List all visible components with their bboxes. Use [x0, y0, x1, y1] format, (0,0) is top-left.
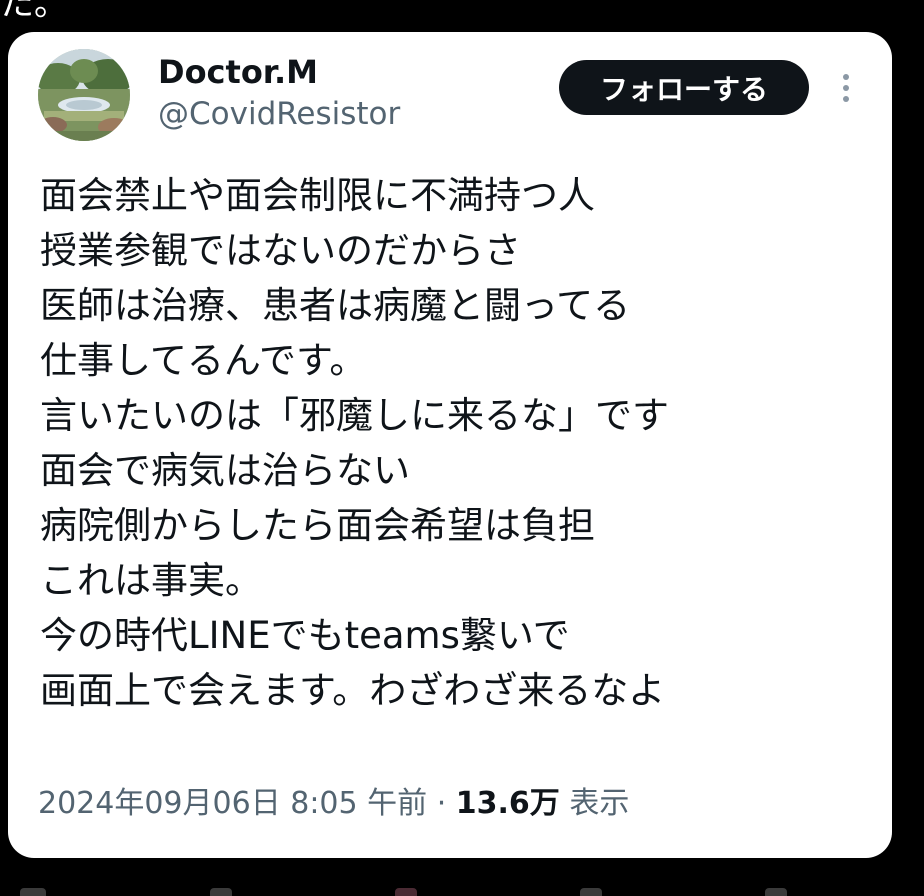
- tweet-text-line: 画面上で会えます。わざわざ来るなよ: [40, 669, 666, 712]
- tweet-text-line: これは事実。: [40, 559, 262, 602]
- tweet-text-line: 言いたいのは「邪魔しに来るな」です: [40, 394, 669, 437]
- tweet-text-line: 授業参観ではないのだからさ: [40, 229, 521, 272]
- more-vertical-icon[interactable]: [834, 70, 858, 106]
- tweet-text-line: 面会で病気は治らない: [40, 449, 410, 492]
- avatar[interactable]: [38, 49, 130, 141]
- meta-separator: ·: [436, 786, 447, 821]
- tweet-text-line: 面会禁止や面会制限に不満持つ人: [40, 174, 595, 217]
- garden-photo-avatar-icon: [38, 49, 130, 141]
- display-name[interactable]: Doctor.M: [158, 52, 318, 92]
- tweet-text: 面会禁止や面会制限に不満持つ人 授業参観ではないのだからさ 医師は治療、患者は病…: [40, 168, 870, 718]
- tweet-text-line: 仕事してるんです。: [40, 339, 367, 382]
- views-label: 表示: [569, 786, 630, 821]
- previous-text-fragment: た。: [0, 0, 68, 24]
- follow-button[interactable]: フォローする: [559, 60, 809, 115]
- views-count: 13.6万: [455, 786, 560, 821]
- timestamp[interactable]: 2024年09月06日 8:05 午前: [38, 786, 427, 821]
- action-bar-edge: [0, 884, 924, 896]
- tweet-text-line: 今の時代LINEでもteams繋いで: [40, 614, 570, 657]
- user-handle[interactable]: @CovidResistor: [158, 94, 400, 134]
- tweet-card[interactable]: Doctor.M @CovidResistor フォローする 面会禁止や面会制限…: [8, 32, 892, 858]
- tweet-text-line: 医師は治療、患者は病魔と闘ってる: [40, 284, 631, 327]
- tweet-meta: 2024年09月06日 8:05 午前 · 13.6万 表示: [38, 784, 629, 824]
- tweet-text-line: 病院側からしたら面会希望は負担: [40, 504, 595, 547]
